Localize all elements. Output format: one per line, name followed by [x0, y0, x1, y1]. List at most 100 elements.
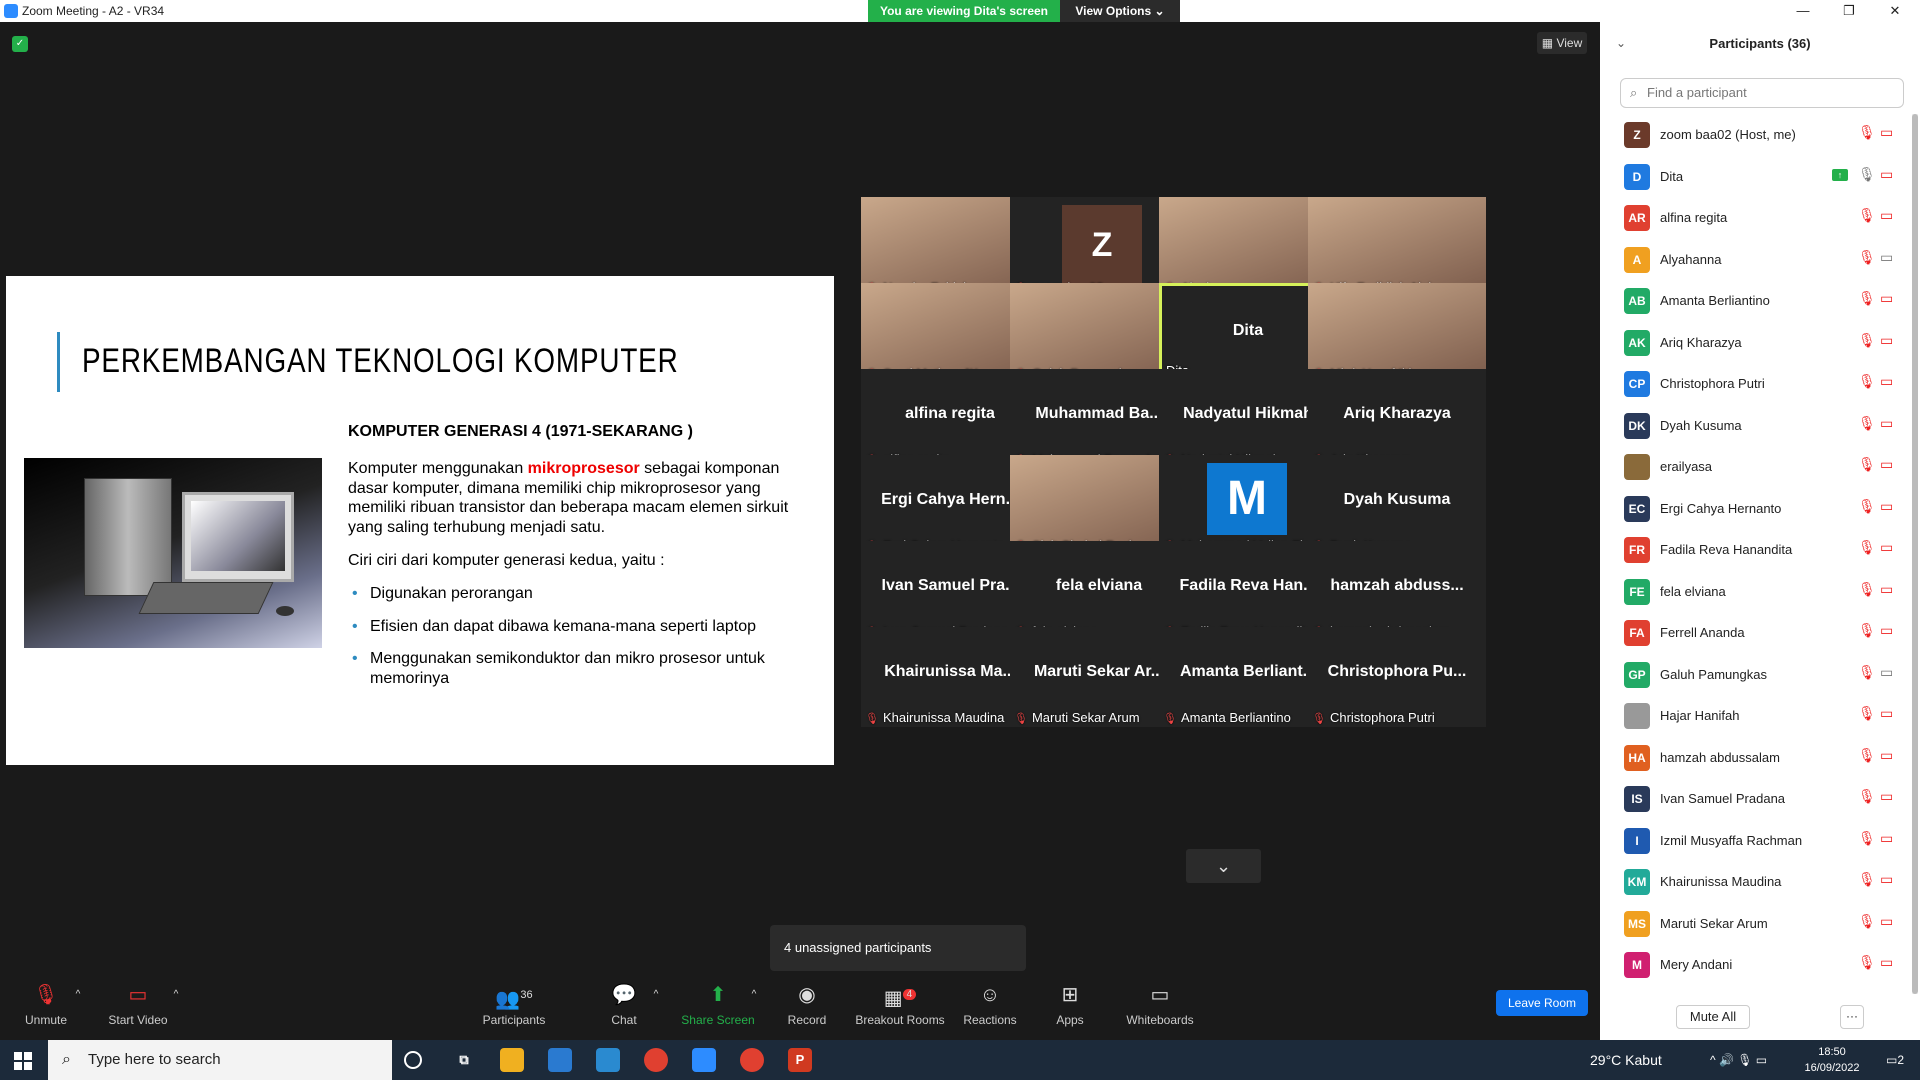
video-off-icon[interactable]: ▭ [1880, 207, 1893, 224]
restore-button[interactable]: ❐ [1834, 2, 1864, 20]
view-options-button[interactable]: View Options ⌄ [1060, 0, 1180, 22]
participant-search-input[interactable]: ⌕ Find a participant [1620, 78, 1904, 108]
video-options-caret[interactable]: ^ [170, 977, 182, 1040]
participant-row[interactable]: I Izmil Musyaffa Rachman 🎙 ▭ [1600, 820, 1912, 861]
video-off-icon[interactable]: ▭ [1880, 954, 1893, 971]
mic-muted-icon[interactable]: 🎙 [1858, 207, 1876, 224]
more-options-button[interactable]: ··· [1840, 1005, 1864, 1029]
participant-row[interactable]: DK Dyah Kusuma 🎙 ▭ [1600, 405, 1912, 446]
participant-row[interactable]: FA Ferrell Ananda 🎙 ▭ [1600, 612, 1912, 653]
mic-muted-icon[interactable]: 🎙 [1858, 747, 1876, 764]
participant-row[interactable]: M Mery Andani 🎙 ▭ [1600, 944, 1912, 985]
mic-muted-icon[interactable]: 🎙 [1858, 913, 1876, 930]
share-screen-button[interactable]: ⬆ Share Screen [680, 977, 756, 1040]
participant-row[interactable]: AB Amanta Berliantino 🎙 ▭ [1600, 280, 1912, 321]
video-off-icon[interactable]: ▭ [1880, 871, 1893, 888]
mic-muted-icon[interactable]: 🎙 [1858, 830, 1876, 847]
video-off-icon[interactable]: ▭ [1880, 788, 1893, 805]
mic-muted-icon[interactable]: 🎙 [1858, 788, 1876, 805]
leave-room-button[interactable]: Leave Room [1496, 990, 1588, 1016]
participant-row[interactable]: AK Ariq Kharazya 🎙 ▭ [1600, 322, 1912, 363]
participants-button[interactable]: 👥36 Participants [478, 977, 550, 1040]
video-tile[interactable]: Christophora Pu... 🎙 Christophora Putri [1308, 627, 1486, 727]
reactions-button[interactable]: ☺ Reactions [962, 977, 1018, 1040]
participant-row[interactable]: GP Galuh Pamungkas 🎙 ▭ [1600, 654, 1912, 695]
video-tile[interactable]: Ariq Kharazya🎙Ariq Kharazya [1308, 369, 1486, 469]
mic-muted-icon[interactable]: 🎙 [1858, 622, 1876, 639]
video-tile[interactable]: hamzah abduss...🎙hamzah abdussalam [1308, 541, 1486, 641]
video-off-icon[interactable]: ▭ [1880, 830, 1893, 847]
mic-muted-icon[interactable]: 🎙 [1858, 456, 1876, 473]
participant-list-scrollbar[interactable] [1912, 114, 1918, 994]
video-off-icon[interactable]: ▭ [1880, 705, 1893, 722]
mic-muted-icon[interactable]: 🎙 [1858, 664, 1876, 681]
mic-muted-icon[interactable]: 🎙 [1858, 581, 1876, 598]
video-off-icon[interactable]: ▭ [1880, 166, 1893, 183]
chevron-down-icon[interactable]: ⌄ [1186, 849, 1261, 883]
zoom-taskbar-icon[interactable] [692, 1048, 716, 1072]
view-button[interactable]: ▦ View [1537, 32, 1587, 54]
audio-options-caret[interactable]: ^ [72, 977, 84, 1040]
video-off-icon[interactable]: ▭ [1880, 456, 1893, 473]
chat-button[interactable]: 💬 Chat [606, 977, 642, 1040]
weather-text[interactable]: 29°C Kabut [1590, 1040, 1662, 1080]
mic-muted-icon[interactable]: 🎙 [1858, 415, 1876, 432]
taskbar-clock[interactable]: 18:50 16/09/2022 [1802, 1044, 1862, 1076]
participant-row[interactable]: Hajar Hanifah 🎙 ▭ [1600, 695, 1912, 736]
mic-muted-icon[interactable]: 🎙 [1858, 954, 1876, 971]
task-view-icon[interactable]: ⧉ [452, 1048, 476, 1072]
security-shield-icon[interactable]: ✓ [12, 36, 28, 52]
mail-icon[interactable] [596, 1048, 620, 1072]
participant-row[interactable]: MS Maruti Sekar Arum 🎙 ▭ [1600, 903, 1912, 944]
powerpoint-icon[interactable]: P [788, 1048, 812, 1072]
mic-muted-icon[interactable]: 🎙 [1858, 166, 1876, 183]
video-off-icon[interactable]: ▭ [1880, 373, 1893, 390]
chrome-icon[interactable] [740, 1048, 764, 1072]
video-icon[interactable]: ▭ [1880, 249, 1893, 266]
close-button[interactable]: ✕ [1880, 2, 1910, 20]
video-icon[interactable]: ▭ [1880, 664, 1893, 681]
unmute-button[interactable]: 🎙 Unmute [20, 977, 72, 1040]
video-off-icon[interactable]: ▭ [1880, 415, 1893, 432]
share-options-caret[interactable]: ^ [748, 977, 760, 1040]
participant-row[interactable]: D Dita ↑ 🎙 ▭ [1600, 156, 1912, 197]
participant-row[interactable]: KM Khairunissa Maudina 🎙 ▭ [1600, 861, 1912, 902]
participant-row[interactable]: A Alyahanna 🎙 ▭ [1600, 239, 1912, 280]
chat-options-caret[interactable]: ^ [650, 977, 662, 1040]
taskbar-search-input[interactable]: ⌕ Type here to search [48, 1040, 392, 1080]
minimize-button[interactable]: — [1788, 2, 1818, 20]
video-off-icon[interactable]: ▭ [1880, 747, 1893, 764]
store-icon[interactable] [548, 1048, 572, 1072]
video-tile[interactable]: 🎙Mhd. Yusuf Ikhsan [1308, 283, 1486, 383]
breakout-rooms-button[interactable]: ▦ 4 Breakout Rooms [854, 977, 946, 1040]
system-tray-icons[interactable]: ^ 🔊 🎙 ▭ [1710, 1040, 1767, 1080]
participant-row[interactable]: Zzoom baa02 (Host, me) 🎙 ▭ [1600, 114, 1912, 155]
mic-muted-icon[interactable]: 🎙 [1858, 249, 1876, 266]
participant-row[interactable]: AR alfina regita 🎙 ▭ [1600, 197, 1912, 238]
participant-row[interactable]: erailyasa 🎙 ▭ [1600, 446, 1912, 487]
participant-row[interactable]: EC Ergi Cahya Hernanto 🎙 ▭ [1600, 488, 1912, 529]
mic-muted-icon[interactable]: 🎙 [1858, 705, 1876, 722]
participant-row[interactable]: IS Ivan Samuel Pradana 🎙 ▭ [1600, 778, 1912, 819]
mic-muted-icon[interactable]: 🎙 [1858, 332, 1876, 349]
participant-row[interactable]: HA hamzah abdussalam 🎙 ▭ [1600, 737, 1912, 778]
video-off-icon[interactable]: ▭ [1880, 498, 1893, 515]
mic-muted-icon[interactable]: 🎙 [1858, 539, 1876, 556]
participant-row[interactable]: CP Christophora Putri 🎙 ▭ [1600, 363, 1912, 404]
mic-muted-icon[interactable]: 🎙 [1858, 373, 1876, 390]
cortana-icon[interactable] [404, 1051, 422, 1069]
record-button[interactable]: ◉ Record [786, 977, 828, 1040]
chevron-down-icon[interactable]: ⌄ [1616, 36, 1626, 50]
video-off-icon[interactable]: ▭ [1880, 913, 1893, 930]
mic-muted-icon[interactable]: 🎙 [1858, 498, 1876, 515]
chrome-icon[interactable] [644, 1048, 668, 1072]
mic-muted-icon[interactable]: 🎙 [1858, 871, 1876, 888]
whiteboards-button[interactable]: ▭ Whiteboards [1124, 977, 1196, 1040]
mic-muted-icon[interactable]: 🎙 [1858, 124, 1876, 141]
notification-button[interactable]: ▭2 [1886, 1040, 1904, 1080]
mic-muted-icon[interactable]: 🎙 [1858, 290, 1876, 307]
video-off-icon[interactable]: ▭ [1880, 539, 1893, 556]
participant-row[interactable]: FE fela elviana 🎙 ▭ [1600, 571, 1912, 612]
file-explorer-icon[interactable] [500, 1048, 524, 1072]
participant-row[interactable]: FR Fadila Reva Hanandita 🎙 ▭ [1600, 529, 1912, 570]
